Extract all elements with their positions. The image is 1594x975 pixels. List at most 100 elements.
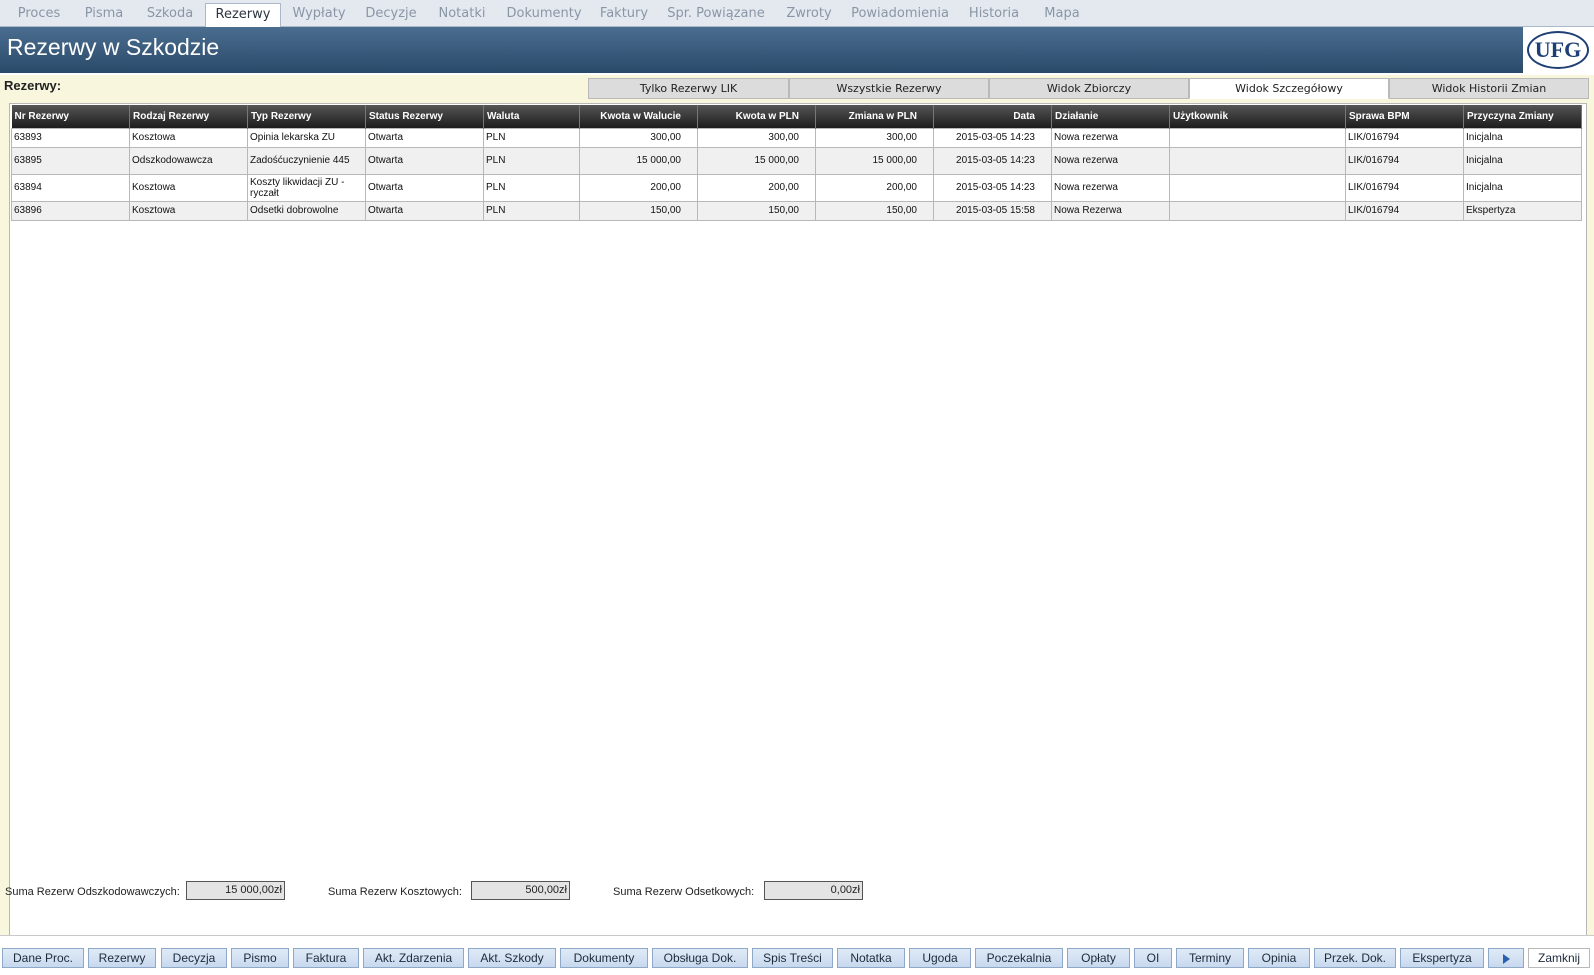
cell: LIK/016794	[1345, 200, 1464, 221]
cell: 63893	[11, 127, 130, 148]
col-header[interactable]: Przyczyna Zmiany	[1463, 105, 1582, 128]
cell: Nowa rezerwa	[1051, 127, 1170, 148]
cell: Zadośćuczynienie 445	[247, 146, 366, 175]
cell: 63896	[11, 200, 130, 221]
oplaty-button[interactable]: Opłaty	[1067, 948, 1130, 968]
cell: PLN	[483, 173, 580, 202]
view-tab-szczegolowy[interactable]: Widok Szczegółowy	[1189, 78, 1389, 99]
cell: 2015-03-05 14:23	[933, 146, 1052, 175]
view-tab-wszystkie[interactable]: Wszystkie Rezerwy	[789, 78, 989, 99]
table-row[interactable]: 63894 Kosztowa Koszty likwidacji ZU - ry…	[11, 173, 1582, 202]
reserves-panel: Rezerwy: Tylko Rezerwy LIK Wszystkie Rez…	[0, 75, 1594, 975]
cell: 150,00	[815, 200, 934, 221]
cell: Nowa rezerwa	[1051, 173, 1170, 202]
cell: Inicjalna	[1463, 146, 1582, 175]
pismo-button[interactable]: Pismo	[231, 948, 289, 968]
terminy-button[interactable]: Terminy	[1176, 948, 1244, 968]
cell: Otwarta	[365, 173, 484, 202]
tab-rezerwy[interactable]: Rezerwy	[205, 3, 281, 28]
cell	[1169, 200, 1346, 221]
col-header[interactable]: Kwota w PLN	[697, 105, 816, 128]
col-header[interactable]: Waluta	[483, 105, 580, 128]
cell: Nowa rezerwa	[1051, 146, 1170, 175]
dokumenty-button[interactable]: Dokumenty	[560, 948, 648, 968]
close-button[interactable]: Zamknij	[1528, 948, 1590, 968]
notatka-button[interactable]: Notatka	[837, 948, 905, 968]
sum-kosztowe-label: Suma Rezerw Kosztowych:	[328, 886, 462, 898]
cell: 150,00	[579, 200, 698, 221]
table-row[interactable]: 63893 Kosztowa Opinia lekarska ZU Otwart…	[11, 127, 1582, 148]
bottom-action-bar: Dane Proc. Rezerwy Decyzja Pismo Faktura…	[0, 935, 1594, 975]
cell: 63894	[11, 173, 130, 202]
cell: Kosztowa	[129, 173, 248, 202]
title-bar: Rezerwy w Szkodzie	[0, 27, 1594, 73]
cell: Opinia lekarska ZU	[247, 127, 366, 148]
tab-zwroty[interactable]: Zwroty	[775, 3, 843, 27]
table-row[interactable]: 63896 Kosztowa Odsetki dobrowolne Otwart…	[11, 200, 1582, 221]
cell: Odsetki dobrowolne	[247, 200, 366, 221]
col-header[interactable]: Kwota w Walucie	[579, 105, 698, 128]
cell: PLN	[483, 146, 580, 175]
col-header[interactable]: Zmiana w PLN	[815, 105, 934, 128]
cell: 2015-03-05 14:23	[933, 173, 1052, 202]
cell: 15 000,00	[697, 146, 816, 175]
spis-tresci-button[interactable]: Spis Treści	[752, 948, 833, 968]
col-header[interactable]: Sprawa BPM	[1345, 105, 1464, 128]
akt-zdarzenia-button[interactable]: Akt. Zdarzenia	[363, 948, 464, 968]
reserves-grid: Nr Rezerwy Rodzaj Rezerwy Typ Rezerwy St…	[9, 103, 1587, 947]
sum-odszkodowawcze-label: Suma Rezerw Odszkodowawczych:	[5, 886, 180, 898]
oi-button[interactable]: OI	[1134, 948, 1172, 968]
tab-proces[interactable]: Proces	[6, 3, 72, 27]
cell: 200,00	[697, 173, 816, 202]
tab-powiadomienia[interactable]: Powiadomienia	[845, 3, 955, 27]
cell: Inicjalna	[1463, 127, 1582, 148]
cell: Otwarta	[365, 200, 484, 221]
table-row[interactable]: 63895 Odszkodowawcza Zadośćuczynienie 44…	[11, 146, 1582, 175]
logo-container: UFG	[1523, 27, 1594, 73]
tab-faktury[interactable]: Faktury	[591, 3, 657, 27]
cell: LIK/016794	[1345, 173, 1464, 202]
tab-pisma[interactable]: Pisma	[74, 3, 134, 27]
col-header[interactable]: Status Rezerwy	[365, 105, 484, 128]
decyzja-button[interactable]: Decyzja	[161, 948, 227, 968]
sum-kosztowe-field: 500,00zł	[471, 881, 570, 900]
view-tab-historia-zmian[interactable]: Widok Historii Zmian	[1389, 78, 1589, 99]
tab-szkoda[interactable]: Szkoda	[136, 3, 204, 27]
ugoda-button[interactable]: Ugoda	[909, 948, 971, 968]
more-buttons-button[interactable]	[1488, 948, 1524, 968]
col-header[interactable]: Rodzaj Rezerwy	[129, 105, 248, 128]
cell: 300,00	[815, 127, 934, 148]
cell: 2015-03-05 15:58	[933, 200, 1052, 221]
tab-mapa[interactable]: Mapa	[1033, 3, 1091, 27]
col-header[interactable]: Działanie	[1051, 105, 1170, 128]
opinia-button[interactable]: Opinia	[1248, 948, 1310, 968]
sums-bar: Suma Rezerw Odszkodowawczych: 15 000,00z…	[0, 881, 1594, 905]
akt-szkody-button[interactable]: Akt. Szkody	[468, 948, 556, 968]
col-header[interactable]: Użytkownik	[1169, 105, 1346, 128]
rezerwy-button[interactable]: Rezerwy	[88, 948, 156, 968]
tab-wyplaty[interactable]: Wypłaty	[283, 3, 355, 27]
view-tab-tylko-lik[interactable]: Tylko Rezerwy LIK	[588, 78, 789, 99]
col-header[interactable]: Data	[933, 105, 1052, 128]
col-header[interactable]: Nr Rezerwy	[11, 105, 130, 128]
tab-decyzje[interactable]: Decyzje	[357, 3, 425, 27]
cell: Nowa Rezerwa	[1051, 200, 1170, 221]
tab-historia[interactable]: Historia	[957, 3, 1031, 27]
cell: LIK/016794	[1345, 127, 1464, 148]
ufg-logo: UFG	[1527, 31, 1589, 69]
cell: Koszty likwidacji ZU - ryczałt	[247, 173, 366, 202]
obsluga-dok-button[interactable]: Obsługa Dok.	[652, 948, 748, 968]
cell: Otwarta	[365, 146, 484, 175]
przek-dok-button[interactable]: Przek. Dok.	[1314, 948, 1396, 968]
faktura-button[interactable]: Faktura	[293, 948, 359, 968]
cell: 300,00	[579, 127, 698, 148]
tab-spr-powiazane[interactable]: Spr. Powiązane	[659, 3, 773, 27]
ekspertyza-button[interactable]: Ekspertyza	[1400, 948, 1484, 968]
poczekalnia-button[interactable]: Poczekalnia	[975, 948, 1063, 968]
dane-proc-button[interactable]: Dane Proc.	[2, 948, 84, 968]
tab-dokumenty[interactable]: Dokumenty	[499, 3, 589, 27]
view-tab-zbiorczy[interactable]: Widok Zbiorczy	[989, 78, 1189, 99]
tab-notatki[interactable]: Notatki	[427, 3, 497, 27]
col-header[interactable]: Typ Rezerwy	[247, 105, 366, 128]
cell: 15 000,00	[815, 146, 934, 175]
